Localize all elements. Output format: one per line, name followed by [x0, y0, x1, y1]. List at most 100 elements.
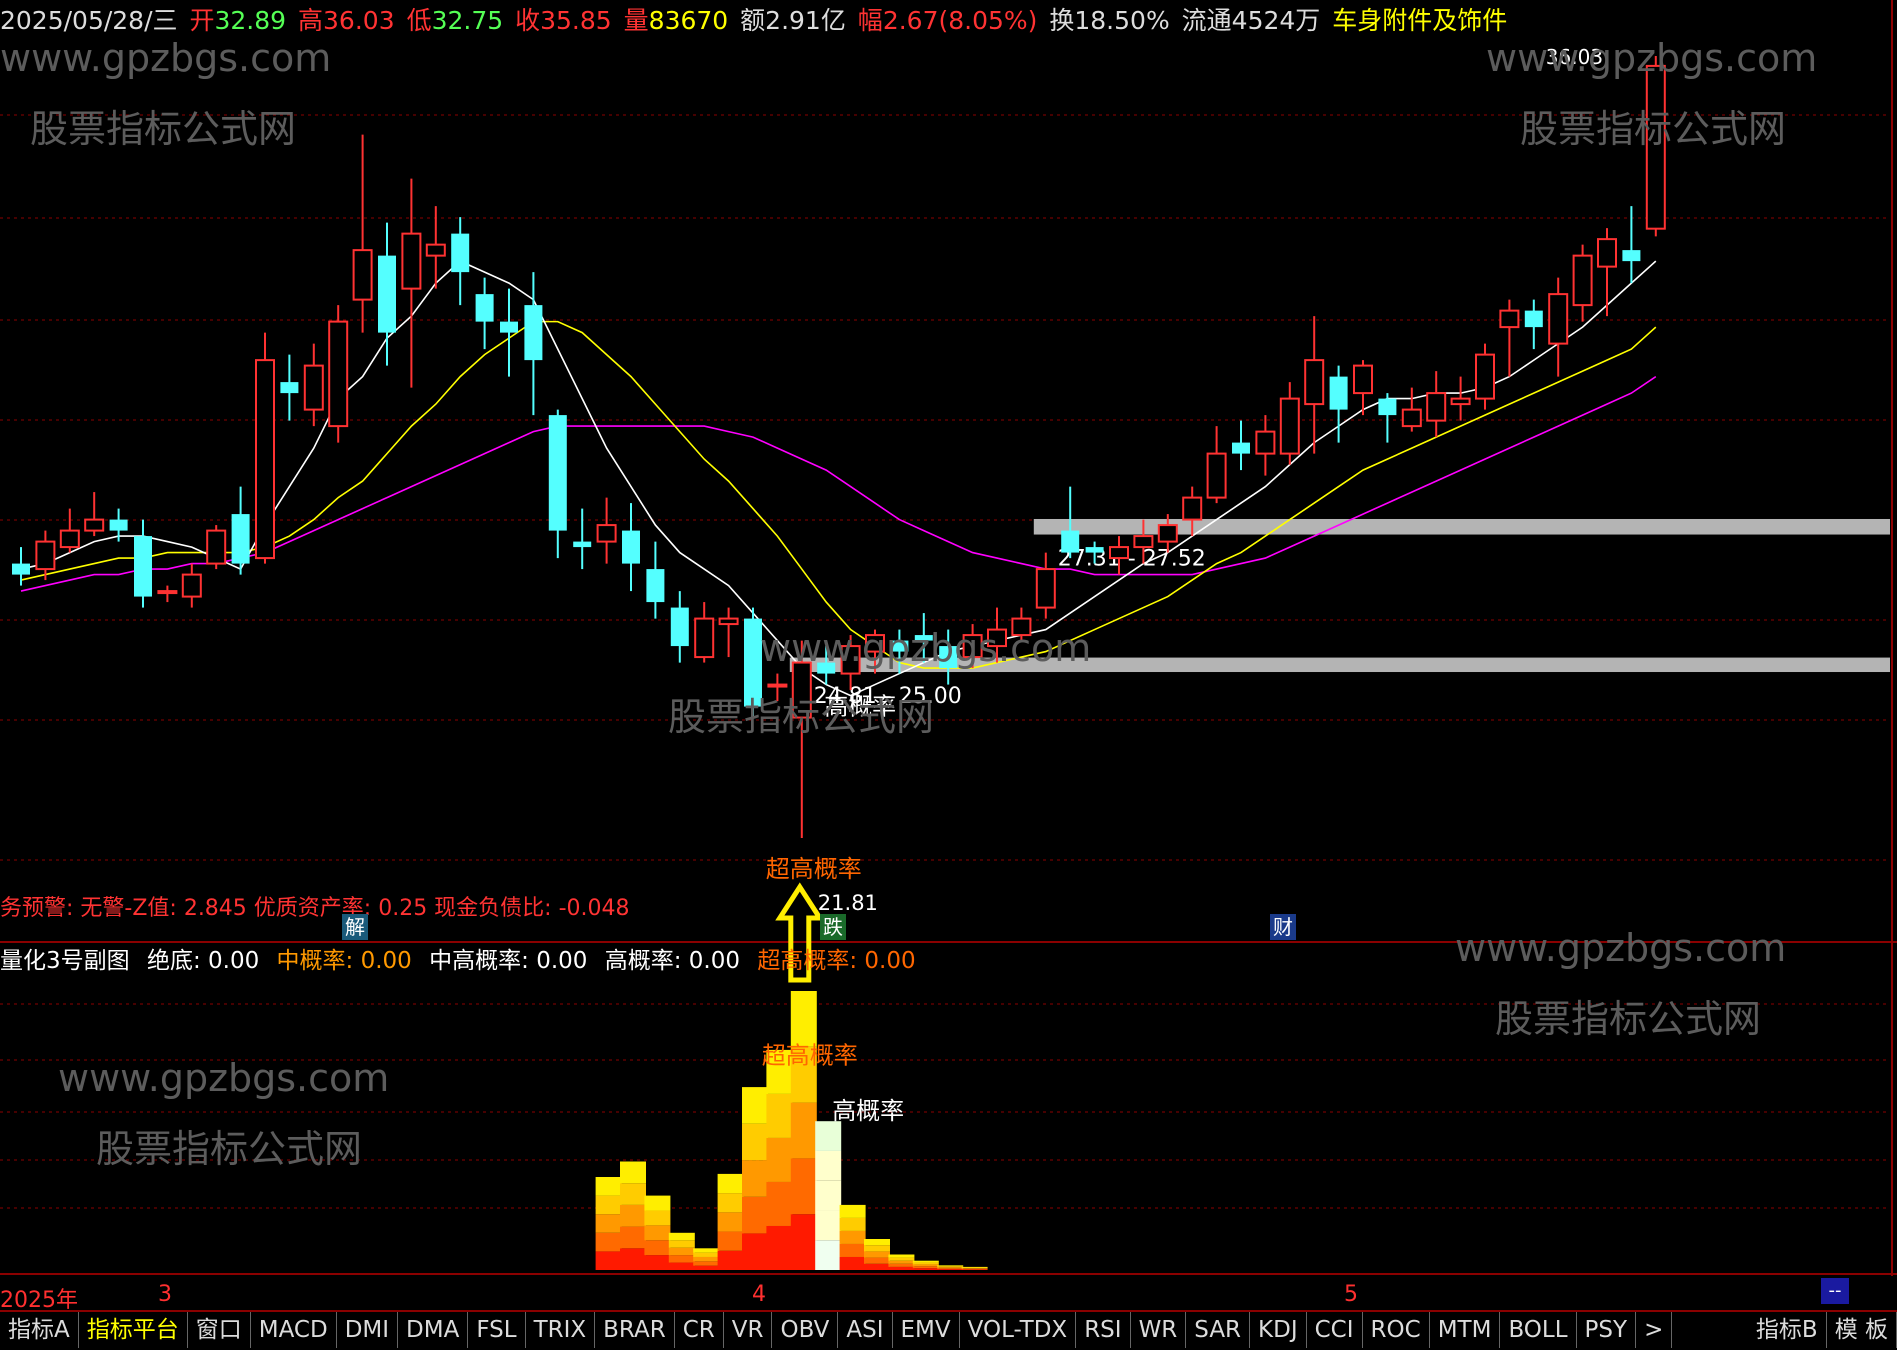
candle-body-up [1182, 496, 1203, 521]
sub-bar-segment [717, 1250, 744, 1270]
tab-psy[interactable]: PSY [1577, 1312, 1637, 1348]
tab-cci[interactable]: CCI [1307, 1312, 1363, 1348]
tab-more[interactable]: > [1636, 1312, 1673, 1348]
sub-bar-segment [742, 1123, 768, 1161]
sub-bar-segment [937, 1266, 964, 1268]
tab-dma[interactable]: DMA [398, 1312, 469, 1348]
tag-fall[interactable]: 跌 [820, 914, 846, 940]
tab-indicator-b[interactable]: 指标B [1748, 1312, 1827, 1348]
sub-bar-segment [937, 1268, 964, 1270]
sub-bar-segment [693, 1252, 720, 1257]
tab-template[interactable]: 模 板 [1827, 1312, 1897, 1348]
date-label-may: 5 [1344, 1282, 1358, 1307]
sub-item-super-high-prob: 超高概率: 0.00 [757, 948, 916, 974]
candle-body-up [181, 573, 202, 598]
sub-bar-segment [766, 1181, 793, 1226]
sub-bar-segment [693, 1256, 720, 1262]
tab-fsl[interactable]: FSL [468, 1312, 526, 1348]
sub-bar-segment [693, 1261, 720, 1266]
sub-bar-segment [815, 1210, 842, 1241]
tab-kdj[interactable]: KDJ [1250, 1312, 1307, 1348]
volume-label: 量83670 [623, 6, 729, 35]
sub-bar-segment [961, 1268, 988, 1269]
candle-body-up [157, 590, 178, 595]
sub-bar-segment [864, 1263, 890, 1270]
sub-bar-segment [668, 1240, 695, 1248]
tag-unlock[interactable]: 解 [342, 914, 368, 940]
sub-item-mid-high-prob: 中高概率: 0.00 [429, 948, 588, 974]
candle-body-up [425, 243, 446, 257]
candle-body-down [280, 382, 299, 394]
sub-bar-segment [668, 1232, 695, 1241]
sub-bar-segment [864, 1257, 890, 1264]
sub-bar-segment [717, 1231, 744, 1251]
sub-bar-segment [961, 1268, 988, 1270]
candle-body-down [1061, 530, 1080, 553]
candle-body-up [962, 634, 983, 659]
tab-trix[interactable]: TRIX [526, 1312, 596, 1348]
tab-emv[interactable]: EMV [893, 1312, 960, 1348]
candle-body-up [1572, 254, 1593, 307]
candle-body-down [548, 415, 567, 531]
tab-窗口[interactable]: 窗口 [188, 1312, 251, 1348]
sub-bar-segment [912, 1262, 939, 1265]
date-label-march: 3 [158, 1282, 172, 1307]
tab-macd[interactable]: MACD [251, 1312, 337, 1348]
tab-wr[interactable]: WR [1131, 1312, 1187, 1348]
candle-body-up [1353, 364, 1373, 395]
tab-dmi[interactable]: DMI [337, 1312, 399, 1348]
tab-sar[interactable]: SAR [1186, 1312, 1251, 1348]
candle-body-up [328, 320, 349, 428]
candle-body-down [1378, 398, 1397, 416]
tab-roc[interactable]: ROC [1363, 1312, 1430, 1348]
candle-body-down [231, 514, 250, 564]
sub-bar-segment [839, 1243, 866, 1257]
candle-body-down [744, 618, 762, 707]
sector-label: 车身附件及饰件 [1332, 6, 1508, 35]
candle-body-up [865, 634, 885, 653]
sub-bar-segment [668, 1247, 695, 1256]
sub-bar-segment [937, 1269, 964, 1270]
sub-bar-segment [766, 1137, 793, 1182]
sub-item-bottom: 绝底: 0.00 [146, 948, 260, 974]
candle-body-up [767, 683, 788, 688]
candle-body-up [1255, 430, 1276, 455]
tab-指标a[interactable]: 指标A [0, 1312, 79, 1348]
candle-body-up [401, 232, 422, 290]
sub-bar-segment [620, 1161, 646, 1184]
sub-bar-segment [693, 1248, 720, 1253]
period-dash-button[interactable]: -- [1821, 1278, 1849, 1304]
sub-bar-segment [595, 1195, 622, 1215]
candle-body-down [890, 640, 909, 652]
sub-bar-segment [864, 1245, 890, 1252]
candle-body-down [573, 541, 592, 548]
tab-rsi[interactable]: RSI [1076, 1312, 1131, 1348]
tab-obv[interactable]: OBV [772, 1312, 839, 1348]
candle-body-up [1011, 617, 1032, 637]
tab-brar[interactable]: BRAR [595, 1312, 675, 1348]
open-label: 开32.89 [189, 6, 287, 35]
low-label: 低32.75 [406, 6, 504, 35]
tag-finance[interactable]: 财 [1270, 914, 1296, 940]
sub-bar-segment [693, 1265, 720, 1270]
candle-body-down [817, 662, 836, 674]
sub-bar-segment [961, 1266, 988, 1268]
sub-bar-segment [839, 1230, 866, 1244]
sub-bar-segment [742, 1087, 768, 1124]
tab-vr[interactable]: VR [724, 1312, 773, 1348]
candle-body-up [206, 529, 227, 565]
candle-body-up [1645, 64, 1666, 230]
tab-vol-tdx[interactable]: VOL-TDX [960, 1312, 1077, 1348]
tab-cr[interactable]: CR [675, 1312, 724, 1348]
tab-指标平台[interactable]: 指标平台 [79, 1312, 188, 1348]
candle-body-down [378, 255, 396, 333]
tab-boll[interactable]: BOLL [1500, 1312, 1577, 1348]
tab-asi[interactable]: ASI [838, 1312, 893, 1348]
candle-body-down [646, 569, 665, 603]
tab-mtm[interactable]: MTM [1430, 1312, 1501, 1348]
sub-bar-segment [815, 1240, 842, 1270]
candle-body-up [35, 540, 56, 571]
sub-annotation-super-high: 超高概率 [762, 1041, 858, 1069]
sub-chart-name: 量化3号副图 [0, 948, 130, 974]
sub-bar-segment [937, 1265, 964, 1267]
